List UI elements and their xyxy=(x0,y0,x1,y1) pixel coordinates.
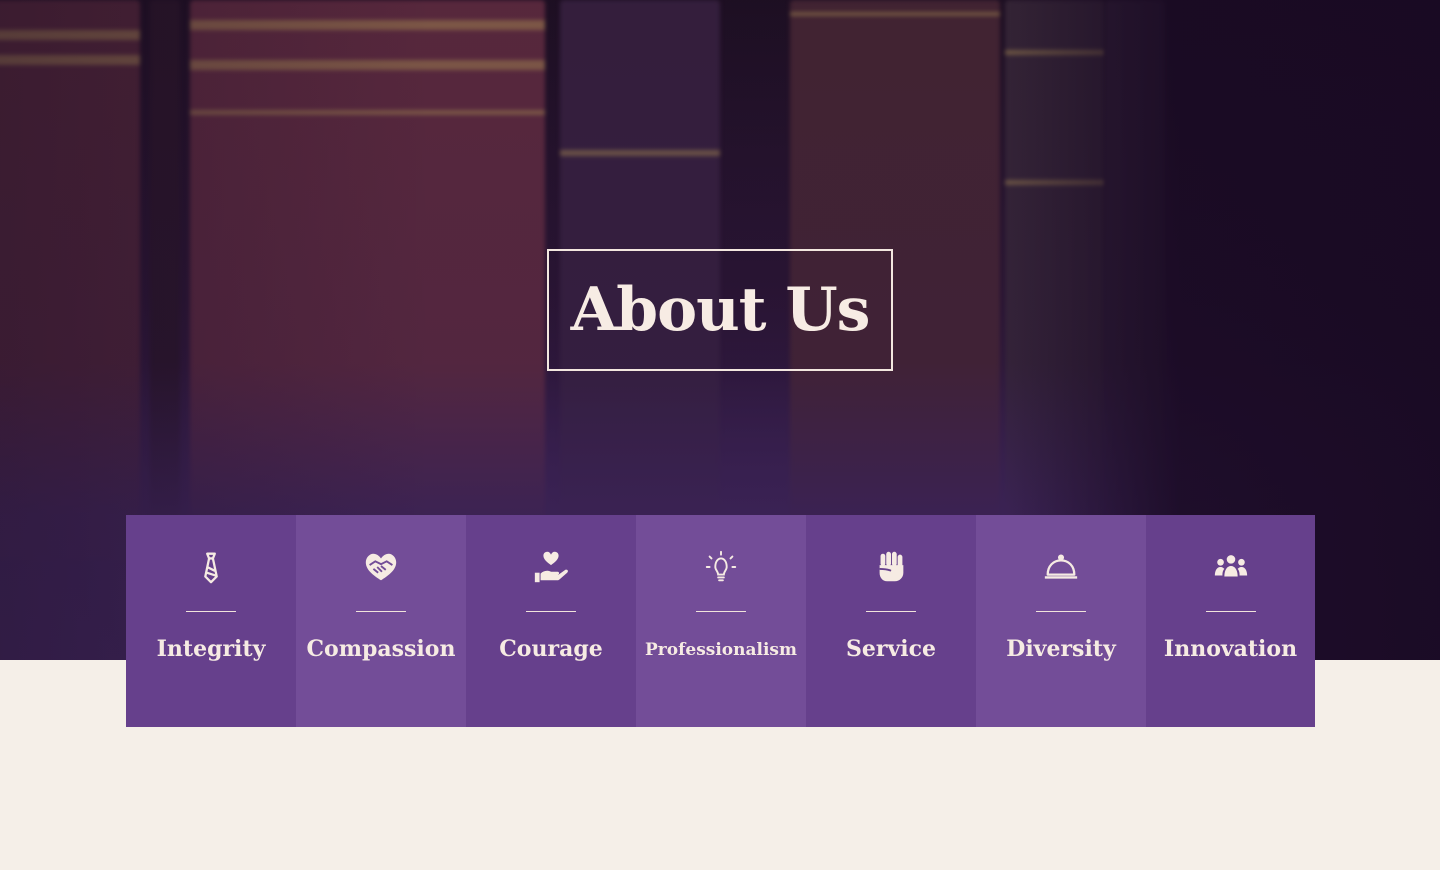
value-label: Courage xyxy=(499,636,603,662)
card-divider xyxy=(186,611,236,612)
value-card-diversity[interactable]: Diversity xyxy=(976,515,1146,727)
value-card-courage[interactable]: Courage xyxy=(466,515,636,727)
card-divider xyxy=(866,611,916,612)
card-divider xyxy=(526,611,576,612)
value-card-integrity[interactable]: Integrity xyxy=(126,515,296,727)
lightbulb-icon xyxy=(701,547,741,587)
team-icon xyxy=(1211,547,1251,587)
value-label: Compassion xyxy=(306,636,456,662)
value-label: Service xyxy=(845,636,936,662)
hand-heart-icon xyxy=(531,547,571,587)
value-label: Professionalism xyxy=(645,640,797,660)
value-card-professionalism[interactable]: Professionalism xyxy=(636,515,806,727)
page-title: About Us xyxy=(570,275,871,345)
card-divider xyxy=(696,611,746,612)
card-divider xyxy=(1205,611,1256,612)
value-card-innovation[interactable]: Innovation xyxy=(1146,515,1315,727)
values-strip: Integrity Compassion Courage Professiona… xyxy=(126,515,1315,727)
handshake-heart-icon xyxy=(361,547,401,587)
value-card-compassion[interactable]: Compassion xyxy=(296,515,466,727)
value-label: Innovation xyxy=(1163,636,1298,662)
page-title-frame: About Us xyxy=(547,249,893,371)
card-divider xyxy=(356,611,406,612)
value-card-service[interactable]: Service xyxy=(806,515,976,727)
tie-icon xyxy=(191,547,231,587)
card-divider xyxy=(1036,611,1086,612)
value-label: Diversity xyxy=(1006,636,1116,662)
value-label: Integrity xyxy=(156,636,266,662)
fist-icon xyxy=(871,547,911,587)
service-bell-icon xyxy=(1041,547,1081,587)
